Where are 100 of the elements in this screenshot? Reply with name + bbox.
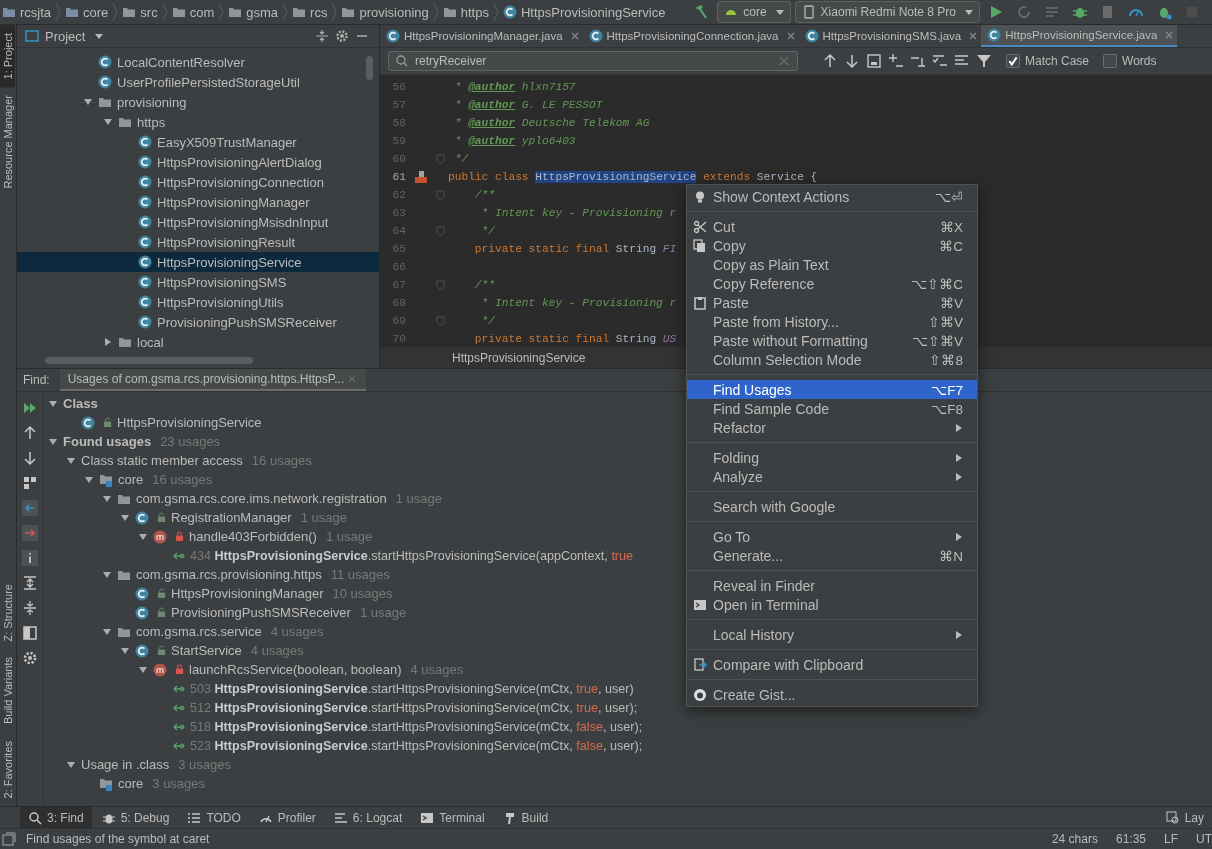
info-icon[interactable]	[22, 550, 38, 566]
usage-line[interactable]: 434 HttpsProvisioningService.startHttpsProvisioningService(appContext, true	[190, 548, 634, 563]
tool-window-tab[interactable]: 3: Find	[20, 807, 92, 828]
device-dropdown[interactable]: Xiaomi Redmi Note 8 Pro	[794, 1, 980, 23]
tree-item[interactable]: ProvisioningPushSMSReceiver	[157, 314, 337, 330]
search-field[interactable]: retryReceiver	[388, 51, 798, 71]
tool-window-tab[interactable]: Terminal	[412, 807, 493, 828]
menu-item[interactable]: Find Usages ⌥F7	[687, 380, 977, 399]
menu-item[interactable]: Copy as Plain Text	[687, 255, 977, 274]
group-icon[interactable]	[22, 475, 38, 491]
tree-item[interactable]: core	[118, 472, 144, 487]
tree-item[interactable]: HttpsProvisioningUtils	[157, 294, 284, 310]
tree-item[interactable]: HttpsProvisioningAlertDialog	[157, 154, 322, 170]
breadcrumb-item[interactable]: rcs	[310, 4, 328, 20]
expanded-arrow-icon[interactable]	[48, 436, 58, 447]
tree-item[interactable]: local	[137, 334, 164, 350]
tree-item[interactable]: Usage in .class	[81, 757, 170, 772]
expanded-arrow-icon[interactable]	[66, 759, 76, 770]
close-icon[interactable]	[786, 32, 795, 40]
menu-item[interactable]: Paste ⌘V	[687, 293, 977, 312]
menu-item[interactable]: Cut ⌘X	[687, 217, 977, 236]
menu-item[interactable]: Paste from History... ⇧⌘V	[687, 312, 977, 331]
expanded-arrow-icon[interactable]	[102, 626, 112, 637]
menu-item[interactable]: Show Context Actions ⌥⏎	[687, 187, 977, 206]
breadcrumb-item[interactable]: gsma	[246, 4, 279, 20]
preview-icon[interactable]	[22, 625, 38, 641]
breadcrumb-item[interactable]: com	[189, 4, 215, 20]
tool-window-tab[interactable]: 5: Debug	[93, 807, 178, 828]
menu-item[interactable]: Create Gist...	[687, 685, 977, 704]
settings-icon[interactable]	[22, 650, 38, 666]
menu-item[interactable]: Reveal in Finder	[687, 576, 977, 595]
expand-all-icon[interactable]	[22, 575, 38, 591]
tree-item[interactable]: HttpsProvisioningResult	[157, 234, 295, 250]
tree-item[interactable]: LocalContentResolver	[117, 54, 245, 70]
tree-item[interactable]: provisioning	[117, 94, 187, 110]
tree-item[interactable]: HttpsProvisioningSMS	[157, 274, 287, 290]
up-arrow-icon[interactable]	[822, 53, 838, 69]
tree-item[interactable]: ProvisioningPushSMSReceiver	[171, 605, 351, 620]
tree-item[interactable]: com.gsma.rcs.core.ims.network.registration	[136, 491, 387, 506]
up-arrow-icon[interactable]	[22, 425, 38, 441]
results-tab[interactable]: Usages of com.gsma.rcs.provisioning.https.HttpsP...	[59, 369, 367, 391]
close-icon[interactable]	[1165, 31, 1174, 39]
breadcrumb-item[interactable]: provisioning	[359, 4, 429, 20]
menu-item[interactable]: Find Sample Code ⌥F8	[687, 399, 977, 418]
close-icon[interactable]	[570, 32, 579, 40]
tree-item[interactable]: EasyX509TrustManager	[157, 134, 297, 150]
tree-item[interactable]: HttpsProvisioningConnection	[157, 174, 324, 190]
tool-window-tab[interactable]: 1: Project	[0, 25, 15, 88]
tool-window-tab[interactable]: 2: Favorites	[0, 732, 15, 806]
editor-tab[interactable]: HttpsProvisioningManager.java	[380, 25, 583, 47]
tree-item[interactable]: HttpsProvisioningService	[117, 415, 262, 430]
fold-marker-icon[interactable]	[436, 189, 445, 201]
settings-icon[interactable]	[335, 29, 349, 43]
tree-item[interactable]: Class	[63, 396, 98, 411]
tree-item[interactable]: launchRcsService(boolean, boolean)	[189, 662, 402, 677]
menu-item[interactable]: Paste without Formatting ⌥⇧⌘V	[687, 331, 977, 350]
rerun-icon[interactable]	[22, 400, 38, 416]
tool-window-tab[interactable]: Z: Structure	[0, 576, 15, 650]
down-arrow-icon[interactable]	[22, 450, 38, 466]
read-access-icon[interactable]	[22, 500, 38, 516]
tree-item[interactable]: Found usages	[63, 434, 152, 449]
tree-item[interactable]: https	[137, 114, 166, 130]
tree-item[interactable]: Class static member access	[81, 453, 243, 468]
menu-item[interactable]: Open in Terminal	[687, 595, 977, 614]
tool-window-tab[interactable]: Resource Manager	[0, 87, 15, 198]
collapse-all-icon[interactable]	[22, 600, 38, 616]
menu-item[interactable]: Generate... ⌘N	[687, 546, 977, 565]
expanded-arrow-icon[interactable]	[102, 493, 112, 504]
menu-item[interactable]: Go To	[687, 527, 977, 546]
tree-item[interactable]: core	[118, 776, 144, 791]
usage-line[interactable]: 503 HttpsProvisioningService.startHttpsProvisioningService(mCtx, true, user)	[190, 681, 634, 696]
menu-item[interactable]: Compare with Clipboard	[687, 655, 977, 674]
tool-window-tab[interactable]: Lay	[1157, 807, 1212, 828]
panel-toggle-icon[interactable]	[2, 832, 16, 846]
collapse-all-icon[interactable]	[315, 29, 329, 43]
menu-item[interactable]: Copy ⌘C	[687, 236, 977, 255]
panel-title[interactable]: Project	[45, 28, 86, 44]
implemented-marker-icon[interactable]	[414, 170, 428, 184]
fold-marker-icon[interactable]	[436, 225, 445, 237]
run-configuration-dropdown[interactable]: core	[717, 1, 791, 23]
tool-window-tab[interactable]: Build	[494, 807, 557, 828]
tree-item[interactable]: StartService	[171, 643, 242, 658]
editor-tab[interactable]: HttpsProvisioningService.java	[981, 25, 1178, 47]
close-icon[interactable]	[969, 32, 978, 40]
menu-item[interactable]: Search with Google	[687, 497, 977, 516]
expanded-arrow-icon[interactable]	[138, 531, 148, 542]
tree-item[interactable]: HttpsProvisioningManager	[157, 194, 310, 210]
expanded-arrow-icon[interactable]	[84, 474, 94, 485]
caret-position[interactable]: 61:35	[1115, 832, 1146, 846]
menu-item[interactable]: Folding	[687, 448, 977, 467]
fold-marker-icon[interactable]	[436, 279, 445, 291]
add-occurrence-icon[interactable]	[888, 53, 904, 69]
breadcrumb-item[interactable]: HttpsProvisioningService	[520, 4, 666, 20]
menu-item[interactable]: Copy Reference ⌥⇧⌘C	[687, 274, 977, 293]
filter-icon[interactable]	[976, 53, 992, 69]
select-all-icon[interactable]	[866, 53, 882, 69]
expanded-arrow-icon[interactable]	[120, 645, 130, 656]
usage-line[interactable]: 512 HttpsProvisioningService.startHttpsProvisioningService(mCtx, true, user);	[190, 700, 638, 715]
menu-item[interactable]: Analyze	[687, 467, 977, 486]
expanded-arrow-icon[interactable]	[48, 398, 58, 409]
